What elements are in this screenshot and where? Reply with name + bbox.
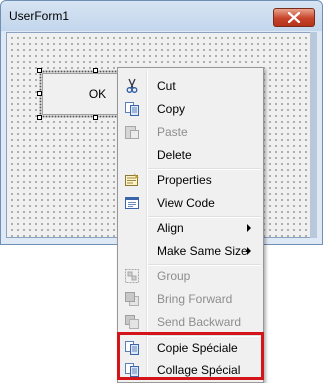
highlight-box	[117, 332, 264, 380]
submenu-arrow-icon	[247, 247, 251, 255]
menu-item-properties[interactable]: Properties	[120, 169, 261, 191]
window-title: UserForm1	[9, 9, 70, 23]
resize-handle-tl[interactable]	[37, 68, 42, 73]
menu-item-make-same-size[interactable]: Make Same Size	[120, 240, 261, 262]
scissors-icon	[124, 78, 140, 94]
ok-button-label: OK	[88, 87, 107, 101]
menu-item-delete[interactable]: Delete	[120, 144, 261, 166]
menu-item-paste[interactable]: Paste	[120, 121, 261, 143]
paste-icon	[124, 124, 140, 140]
resize-handle-bl[interactable]	[37, 115, 42, 120]
close-button[interactable]	[273, 8, 315, 27]
menu-item-view-code[interactable]: View Code	[120, 192, 261, 214]
bring-forward-icon	[124, 291, 140, 307]
menu-item-group[interactable]: Group	[120, 265, 261, 287]
menu-item-label: Bring Forward	[157, 292, 233, 306]
properties-icon	[124, 172, 140, 188]
menu-item-label: Properties	[157, 173, 212, 187]
menu-item-send-backward[interactable]: Send Backward	[120, 311, 261, 333]
menu-item-copy[interactable]: Copy	[120, 98, 261, 120]
menu-item-label: View Code	[157, 196, 215, 210]
menu-item-label: Align	[157, 221, 184, 235]
menu-item-label: Make Same Size	[157, 244, 248, 258]
resize-handle-bc[interactable]	[93, 115, 98, 120]
send-backward-icon	[124, 314, 140, 330]
menu-item-label: Paste	[157, 125, 188, 139]
form-edge	[310, 32, 317, 238]
menu-item-label: Group	[157, 269, 191, 283]
close-icon	[288, 12, 300, 23]
title-bar[interactable]: UserForm1	[1, 1, 322, 31]
menu-item-bring-forward[interactable]: Bring Forward	[120, 288, 261, 310]
menu-item-cut[interactable]: Cut	[120, 75, 261, 97]
menu-item-label: Cut	[157, 79, 176, 93]
menu-item-label: Delete	[157, 148, 192, 162]
menu-item-align[interactable]: Align	[120, 217, 261, 239]
view-code-icon	[124, 195, 140, 211]
menu-item-label: Send Backward	[157, 315, 242, 329]
menu-item-label: Copy	[157, 102, 186, 116]
group-icon	[124, 268, 140, 284]
resize-handle-ml[interactable]	[37, 91, 42, 96]
submenu-arrow-icon	[247, 224, 251, 232]
resize-handle-tc[interactable]	[93, 68, 98, 73]
copy-icon	[124, 101, 140, 117]
